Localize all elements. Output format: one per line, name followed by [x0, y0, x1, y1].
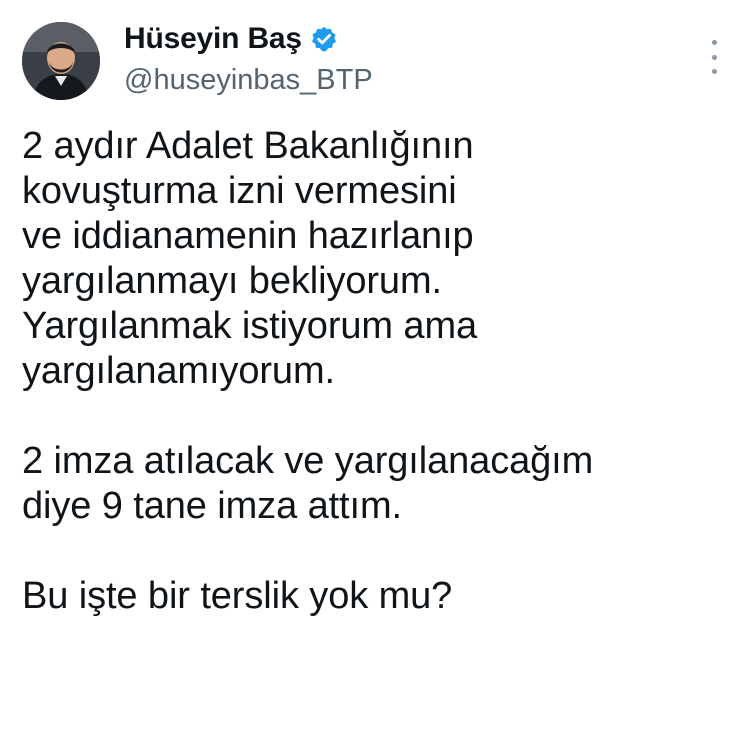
avatar-photo: [22, 22, 100, 100]
tweet-text-line: kovuşturma izni vermesini: [22, 170, 457, 212]
more-vertical-icon: [711, 40, 717, 45]
tweet-text-line: [22, 529, 732, 574]
tweet-text-line: Bu işte bir terslik yok mu?: [22, 575, 453, 617]
tweet-text-line: yargılanamıyorum.: [22, 350, 335, 392]
author-avatar[interactable]: [22, 22, 100, 100]
author-display-name[interactable]: Hüseyin Baş: [124, 22, 302, 56]
tweet-text-line: yargılanmayı bekliyorum.: [22, 260, 442, 302]
tweet-text-line: 2 aydır Adalet Bakanlığının: [22, 125, 474, 167]
verified-badge-icon: [311, 26, 336, 52]
author-handle[interactable]: @huseyinbas_BTP: [124, 64, 373, 97]
tweet-text-line: [22, 394, 732, 439]
tweet-text-line: 2 imza atılacak ve yargılanacağım: [22, 440, 594, 482]
tweet-text-line: Yargılanmak istiyorum ama: [22, 305, 478, 347]
tweet-screen: Hüseyin Baş @huseyinbas_BTP 2 aydır Adal…: [0, 0, 750, 750]
more-vertical-icon: [711, 54, 717, 60]
author-name-row: Hüseyin Baş: [124, 22, 338, 56]
more-vertical-icon: [711, 69, 717, 74]
tweet-text: 2 aydır Adalet Bakanlığının kovuşturma i…: [22, 124, 732, 619]
more-options-button[interactable]: [706, 40, 722, 74]
tweet-text-line: ve iddianamenin hazırlanıp: [22, 215, 474, 257]
tweet-text-line: diye 9 tane imza attım.: [22, 485, 402, 527]
